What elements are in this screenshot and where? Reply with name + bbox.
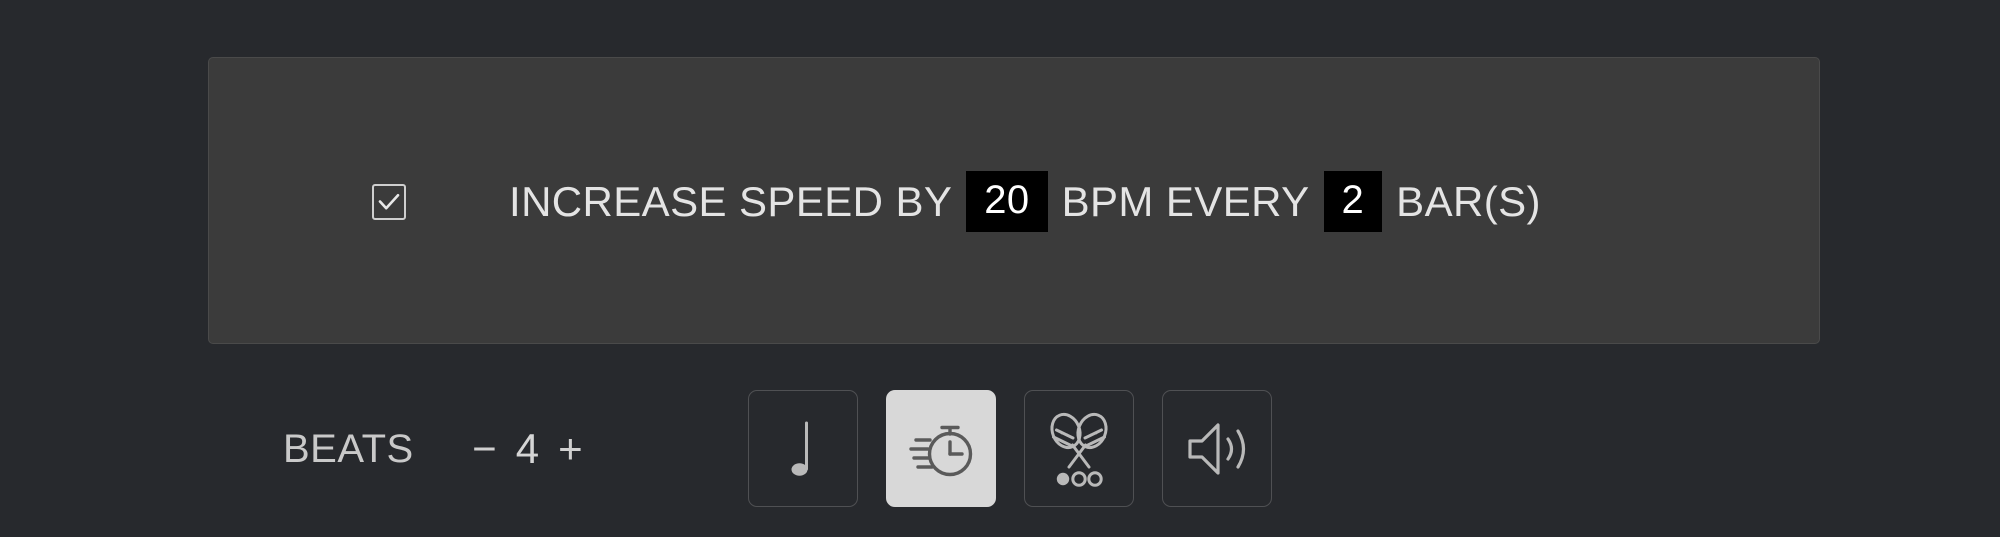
beats-label: BEATS: [283, 426, 414, 471]
quarter-note-icon: [791, 421, 808, 476]
speaker-volume-icon: [1188, 422, 1246, 475]
beats-increment-button[interactable]: +: [554, 425, 588, 473]
sentence-suffix: BAR(S): [1396, 177, 1541, 225]
metronome-settings-screen: INCREASE SPEED BY 20 BPM EVERY 2 BAR(S) …: [0, 0, 2000, 537]
sound-button[interactable]: [1162, 390, 1272, 507]
rhythm-button[interactable]: [1024, 390, 1134, 507]
beats-value: 4: [515, 425, 540, 472]
mode-button-group: [748, 390, 1272, 507]
stopwatch-speed-icon: [909, 425, 973, 476]
checkmark-icon: [378, 193, 400, 209]
increase-speed-checkbox[interactable]: [372, 183, 406, 220]
sentence-prefix: INCREASE SPEED BY: [509, 177, 953, 225]
speed-trainer-row: INCREASE SPEED BY 20 BPM EVERY 2 BAR(S): [372, 171, 1541, 232]
speed-trainer-panel: INCREASE SPEED BY 20 BPM EVERY 2 BAR(S): [208, 57, 1820, 344]
note-value-button[interactable]: [748, 390, 858, 507]
bpm-amount-value[interactable]: 20: [966, 171, 1048, 232]
bar-interval-value[interactable]: 2: [1323, 171, 1383, 232]
speed-trainer-sentence: INCREASE SPEED BY 20 BPM EVERY 2 BAR(S): [509, 171, 1541, 232]
beats-stepper: BEATS − 4 +: [283, 390, 588, 508]
beats-decrement-button[interactable]: −: [468, 425, 502, 473]
speed-trainer-button[interactable]: [886, 390, 996, 507]
maracas-icon: [1050, 412, 1108, 487]
bottom-toolbar: BEATS − 4 +: [0, 390, 2000, 508]
sentence-middle: BPM EVERY: [1061, 177, 1310, 225]
